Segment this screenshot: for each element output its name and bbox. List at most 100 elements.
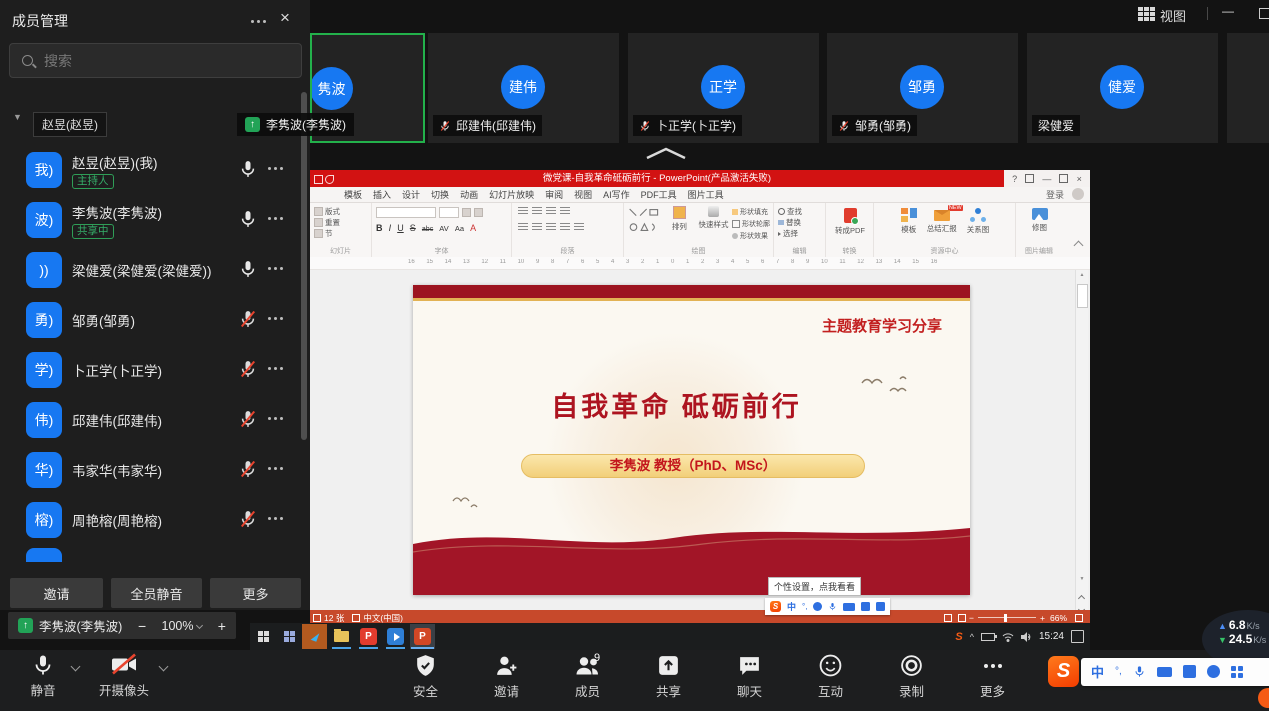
member-row[interactable]: 我) 赵昱(赵昱)(我)主持人 bbox=[0, 145, 310, 195]
minimize-button[interactable]: — bbox=[1222, 4, 1234, 18]
font-size-box[interactable] bbox=[439, 207, 459, 218]
tab-picture-tools[interactable]: 图片工具 bbox=[688, 188, 724, 201]
ppt-restore-button[interactable] bbox=[1059, 174, 1068, 183]
char-spacing-button[interactable]: AV bbox=[439, 224, 448, 233]
layout-grid-icon[interactable] bbox=[1138, 7, 1155, 21]
mute-all-button[interactable]: 全员静音 bbox=[111, 578, 202, 608]
grow-font-icon[interactable] bbox=[462, 208, 471, 217]
reset-button[interactable]: 重置 bbox=[314, 217, 368, 228]
keyboard-icon[interactable] bbox=[1157, 667, 1172, 677]
video-thumb[interactable]: 邹勇 邹勇(邹勇) bbox=[827, 33, 1018, 143]
replace-button[interactable]: 替换 bbox=[778, 217, 822, 228]
taskbar-app-wps-ppt[interactable]: P bbox=[356, 624, 381, 649]
member-row[interactable]: 华) 韦家华(韦家华) bbox=[0, 445, 310, 495]
slideshow-view-icon[interactable] bbox=[958, 614, 966, 622]
shape-fill-button[interactable]: 形状填充 bbox=[732, 206, 770, 217]
zoom-percent[interactable]: 66% bbox=[1050, 613, 1067, 623]
align-right-icon[interactable] bbox=[546, 223, 556, 231]
section-collapse-caret-icon[interactable]: ▼ bbox=[13, 112, 22, 122]
tab-design[interactable]: 设计 bbox=[402, 188, 420, 201]
zoom-out-button[interactable]: − bbox=[969, 613, 974, 623]
slide[interactable]: 主题教育学习分享 自我革命 砥砺前行 李隽波 教授（PhD、MSc） bbox=[413, 285, 970, 595]
scroll-down-icon[interactable]: ▼ bbox=[1076, 576, 1088, 582]
member-more-icon[interactable] bbox=[268, 267, 283, 270]
shapes-gallery[interactable] bbox=[628, 206, 661, 234]
fit-to-window-icon[interactable] bbox=[1075, 614, 1083, 622]
taskbar-app-powerpoint-active[interactable]: P bbox=[410, 624, 435, 649]
ppt-minimize-button[interactable]: — bbox=[1042, 174, 1051, 184]
vertical-scrollbar[interactable]: ▲ ▼ bbox=[1075, 270, 1088, 610]
sogou-logo[interactable]: S bbox=[1048, 656, 1079, 687]
action-center-icon[interactable] bbox=[1071, 630, 1084, 643]
share-button[interactable]: 共享 bbox=[628, 653, 709, 700]
member-more-icon[interactable] bbox=[268, 367, 283, 370]
tray-sogou-icon[interactable]: S bbox=[955, 631, 962, 643]
mic-on-icon[interactable] bbox=[238, 159, 258, 179]
sharing-indicator[interactable]: ↑ 李隽波(李隽波) bbox=[8, 612, 132, 639]
member-more-icon[interactable] bbox=[268, 167, 283, 170]
account-avatar[interactable] bbox=[1072, 188, 1084, 200]
mic-on-icon[interactable] bbox=[238, 259, 258, 279]
camera-options-caret-icon[interactable] bbox=[159, 662, 169, 672]
chinese-mode-icon[interactable]: 中 bbox=[1091, 662, 1104, 681]
invite-button[interactable]: 邀请 bbox=[10, 578, 103, 608]
tab-transition[interactable]: 切换 bbox=[431, 188, 449, 201]
members-button[interactable]: 9 成员 bbox=[547, 653, 628, 700]
normal-view-icon[interactable] bbox=[944, 614, 952, 622]
start-button[interactable] bbox=[258, 631, 269, 642]
change-case-button[interactable]: Aa bbox=[455, 224, 464, 233]
relationship-diagram-button[interactable]: 关系图 bbox=[967, 208, 990, 246]
record-button[interactable]: 录制 bbox=[871, 653, 952, 700]
toolbox-grid-icon[interactable] bbox=[1231, 666, 1243, 678]
search-box[interactable] bbox=[9, 43, 302, 78]
mic-muted-icon[interactable] bbox=[238, 309, 258, 329]
video-thumb[interactable]: 健爱 梁健爱 bbox=[1027, 33, 1218, 143]
italic-button[interactable]: I bbox=[389, 223, 392, 233]
bold-button[interactable]: B bbox=[376, 223, 383, 233]
justify-icon[interactable] bbox=[560, 223, 570, 231]
panel-close-button[interactable]: × bbox=[280, 8, 290, 28]
toolbox-icon[interactable] bbox=[876, 602, 885, 611]
task-view-icon[interactable] bbox=[284, 631, 295, 642]
login-button[interactable]: 登录 bbox=[1046, 188, 1064, 201]
hidden-icons-caret[interactable]: ^ bbox=[970, 632, 974, 642]
chinese-mode-icon[interactable]: 中 bbox=[787, 600, 796, 613]
battery-icon[interactable] bbox=[981, 633, 995, 641]
tray-clock[interactable]: 15:24 bbox=[1039, 631, 1064, 642]
ppt-close-button[interactable]: × bbox=[1077, 174, 1082, 184]
sogou-logo[interactable]: S bbox=[770, 601, 781, 612]
shape-outline-button[interactable]: 形状轮廓 bbox=[732, 218, 770, 229]
member-more-icon[interactable] bbox=[268, 517, 283, 520]
member-row[interactable]: 榕) 周艳榕(周艳榕) bbox=[0, 495, 310, 545]
member-more-icon[interactable] bbox=[268, 467, 283, 470]
more-button[interactable]: 更多 bbox=[952, 653, 1033, 700]
shrink-font-icon[interactable] bbox=[474, 208, 483, 217]
font-name-box[interactable] bbox=[376, 207, 436, 218]
tab-review[interactable]: 审阅 bbox=[545, 188, 563, 201]
video-thumb-partial[interactable] bbox=[1227, 33, 1269, 143]
zoom-slider[interactable] bbox=[978, 617, 1036, 618]
quick-styles-button[interactable]: 快速样式 bbox=[698, 206, 729, 246]
search-input[interactable] bbox=[42, 52, 266, 70]
taskbar-app-active-orange[interactable] bbox=[302, 624, 327, 649]
scrollbar-thumb[interactable] bbox=[1077, 284, 1088, 308]
columns-icon[interactable] bbox=[574, 223, 584, 231]
font-color-button[interactable]: A bbox=[470, 223, 476, 233]
maximize-button[interactable] bbox=[1259, 8, 1269, 19]
tab-pdf-tools[interactable]: PDF工具 bbox=[641, 188, 677, 201]
language-label[interactable]: 中文(中国) bbox=[363, 612, 403, 624]
view-button[interactable]: 视图 bbox=[1160, 6, 1186, 25]
more-button[interactable]: 更多 bbox=[210, 578, 301, 608]
ppt-title-bar[interactable]: 微党课-自我革命砥砺前行 - PowerPoint(产品激活失败) ? — × bbox=[310, 170, 1090, 187]
panel-more-options-icon[interactable] bbox=[251, 20, 266, 23]
sogou-mini-toolbar[interactable]: S 中 °, bbox=[765, 598, 890, 615]
bullets-icon[interactable] bbox=[518, 207, 528, 215]
underline-button[interactable]: U bbox=[397, 223, 404, 233]
mic-muted-icon[interactable] bbox=[238, 409, 258, 429]
mic-on-icon[interactable] bbox=[238, 209, 258, 229]
line-spacing-icon[interactable] bbox=[560, 207, 570, 215]
strikethrough-button[interactable]: S bbox=[410, 223, 416, 233]
member-row[interactable]: 勇) 邹勇(邹勇) bbox=[0, 295, 310, 345]
zoom-out-button[interactable]: − bbox=[138, 618, 146, 634]
video-thumb[interactable]: 建伟 邱建伟(邱建伟) bbox=[428, 33, 619, 143]
